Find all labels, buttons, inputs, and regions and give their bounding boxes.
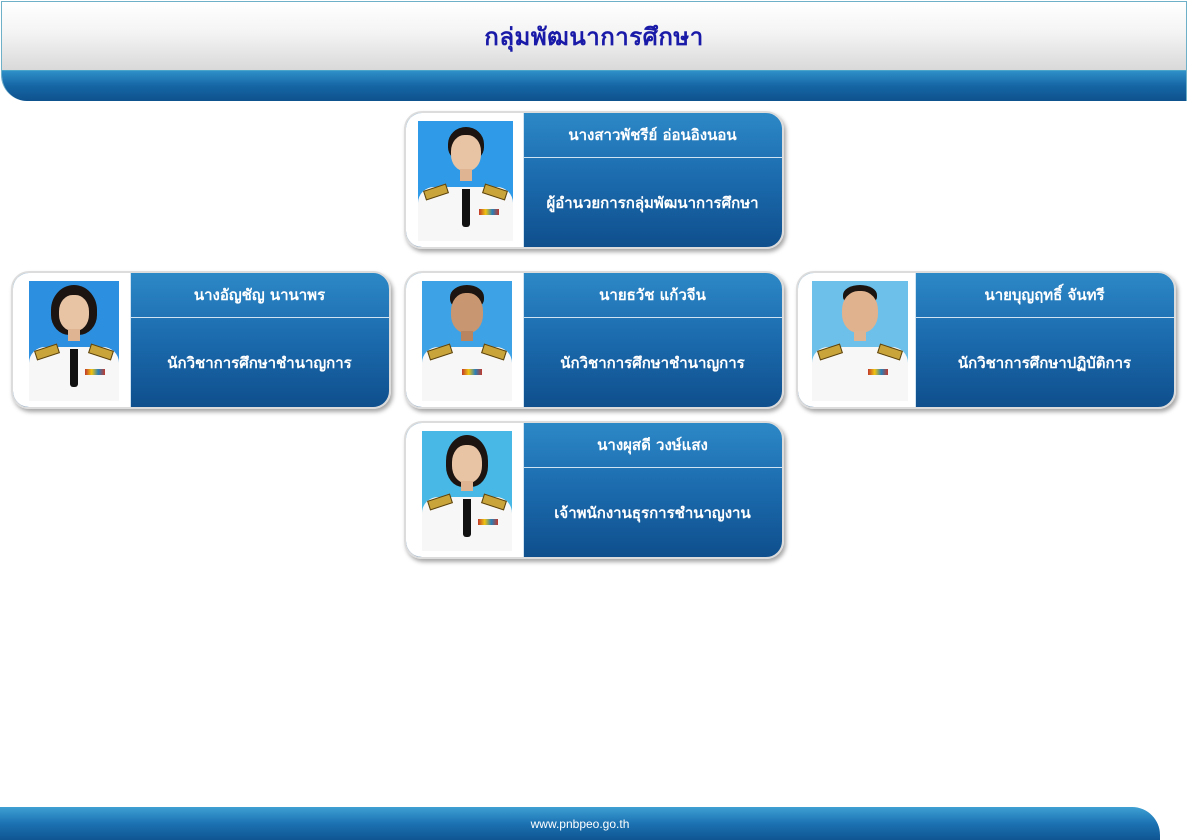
staff-card[interactable]: นางผุสดี วงษ์แสง เจ้าพนักงานธุรการชำนาญง… <box>404 421 784 559</box>
staff-card[interactable]: นายธวัช แก้วจีน นักวิชาการศึกษาชำนาญการ <box>404 271 784 409</box>
photo-area <box>406 423 524 557</box>
staff-position: นักวิชาการศึกษาชำนาญการ <box>560 353 745 372</box>
footer-url[interactable]: www.pnbpeo.go.th <box>531 817 630 831</box>
photo-area <box>13 273 131 407</box>
staff-card-director[interactable]: นางสาวพัชรีย์ อ่อนอิงนอน ผู้อำนวยการกลุ่… <box>404 111 784 249</box>
photo-area <box>798 273 916 407</box>
staff-position: เจ้าพนักงานธุรการชำนาญงาน <box>554 503 751 522</box>
staff-position: นักวิชาการศึกษาปฏิบัติการ <box>957 353 1132 372</box>
header-band <box>2 71 1186 101</box>
page-footer: www.pnbpeo.go.th <box>0 807 1160 840</box>
staff-photo <box>422 431 512 551</box>
staff-card[interactable]: นางอัญชัญ นานาพร นักวิชาการศึกษาชำนาญการ <box>11 271 391 409</box>
page-header: กลุ่มพัฒนาการศึกษา <box>1 1 1187 101</box>
staff-photo <box>812 281 908 401</box>
staff-position: ผู้อำนวยการกลุ่มพัฒนาการศึกษา <box>546 193 759 212</box>
staff-name: นายธวัช แก้วจีน <box>523 273 782 318</box>
staff-name: นางอัญชัญ นานาพร <box>130 273 389 318</box>
staff-photo <box>29 281 119 401</box>
staff-name: นายบุญฤทธิ์ จันทรี <box>915 273 1174 318</box>
page-title: กลุ่มพัฒนาการศึกษา <box>484 22 704 51</box>
photo-area <box>406 273 524 407</box>
staff-name: นางสาวพัชรีย์ อ่อนอิงนอน <box>523 113 782 158</box>
staff-name: นางผุสดี วงษ์แสง <box>523 423 782 468</box>
photo-area <box>406 113 524 247</box>
header-title-bar: กลุ่มพัฒนาการศึกษา <box>2 2 1186 71</box>
staff-card[interactable]: นายบุญฤทธิ์ จันทรี นักวิชาการศึกษาปฏิบัต… <box>796 271 1176 409</box>
staff-photo <box>418 121 513 241</box>
staff-photo <box>422 281 512 401</box>
staff-position: นักวิชาการศึกษาชำนาญการ <box>167 353 352 372</box>
